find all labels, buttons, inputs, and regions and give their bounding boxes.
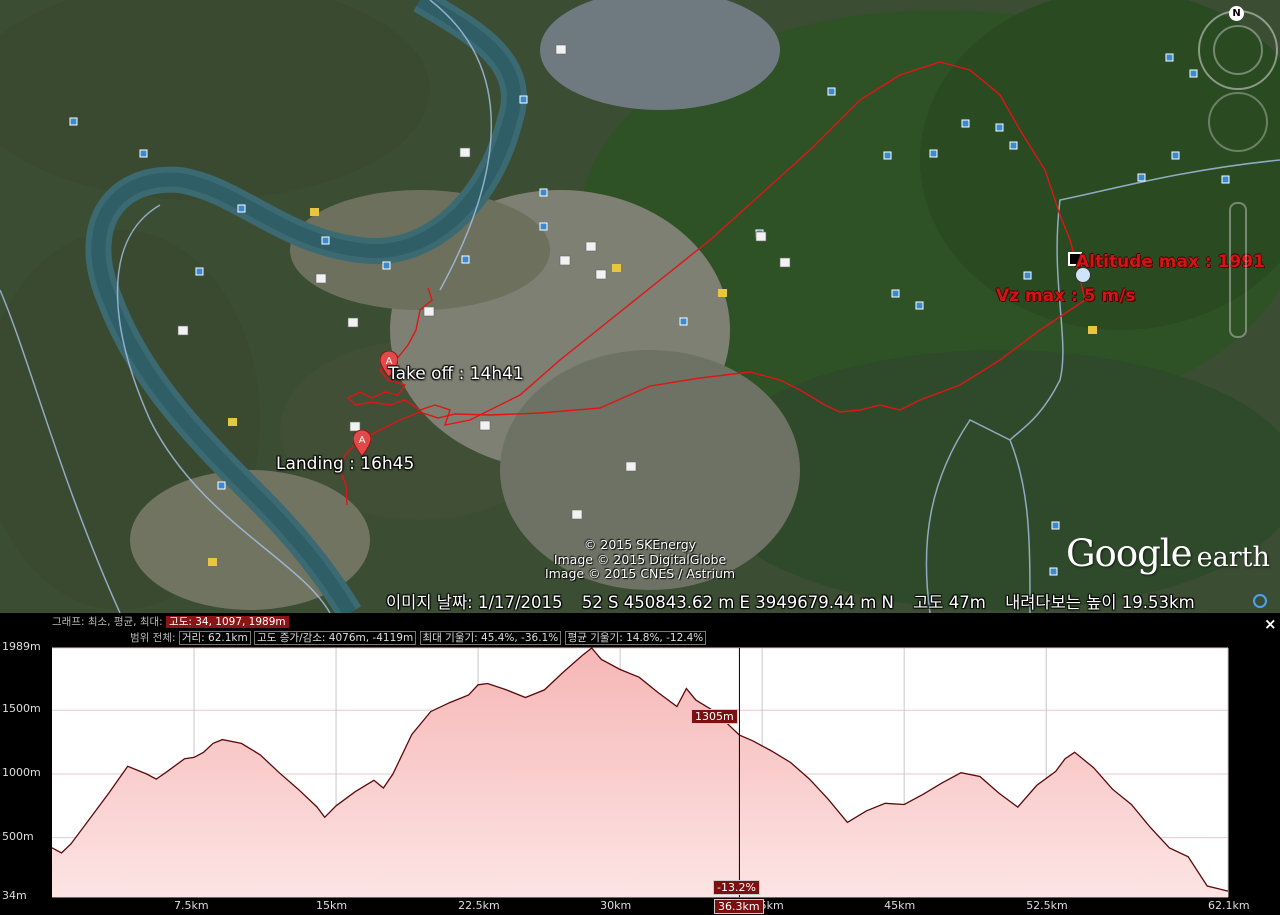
zoom-slider[interactable] xyxy=(1229,202,1247,338)
imagery-attribution: © 2015 SKEnergy Image © 2015 DigitalGlob… xyxy=(530,537,750,582)
landing-pin-label: A xyxy=(359,435,366,446)
take-off-label: Take off : 14h41 xyxy=(388,364,524,384)
satellite-imagery xyxy=(0,0,1280,613)
x-tick-label: 7.5km xyxy=(174,899,209,912)
y-tick-label: 34m xyxy=(2,889,27,902)
cursor-distance-value: 36.3km xyxy=(714,899,764,914)
compass-ring[interactable] xyxy=(1213,25,1263,75)
elevation-chart[interactable] xyxy=(0,613,1280,915)
cursor-slope-value: -13.2% xyxy=(713,880,760,895)
landing-label: Landing : 16h45 xyxy=(276,454,415,474)
attribution-line: © 2015 SKEnergy xyxy=(583,537,697,552)
y-tick-label: 1500m xyxy=(2,702,41,716)
x-tick-label: 30km xyxy=(600,899,632,912)
logo-google-text: Google xyxy=(1066,532,1193,575)
y-tick-label: 1989m xyxy=(2,640,41,653)
cursor-coordinates: 52 S 450843.62 m E 3949679.44 m N xyxy=(581,593,894,612)
elevation-profile-panel: 그래프: 최소, 평균, 최대: 고도: 34, 1097, 1989m 범위 … xyxy=(0,613,1280,915)
map-view[interactable]: A A Altitude max : 1991 Vz max : 5 m/s T… xyxy=(0,0,1280,613)
status-bar: 이미지 날짜: 1/17/2015 52 S 450843.62 m E 394… xyxy=(386,589,1209,613)
streaming-indicator-icon xyxy=(1253,594,1267,608)
logo-earth-text: earth xyxy=(1196,542,1270,573)
terrain-elevation: 고도 47m xyxy=(913,593,986,612)
attribution-line: Image © 2015 DigitalGlobe xyxy=(553,551,727,567)
vz-max-label: Vz max : 5 m/s xyxy=(996,286,1136,306)
y-tick-label: 500m xyxy=(2,829,34,843)
cursor-elevation-value: 1305m xyxy=(691,709,738,724)
eye-altitude: 내려다보는 높이 19.53km xyxy=(1005,593,1195,612)
image-date: 이미지 날짜: 1/17/2015 xyxy=(386,593,563,612)
north-indicator[interactable]: N xyxy=(1229,6,1244,21)
x-tick-label: 15km xyxy=(316,899,348,912)
x-tick-label: 52.5km xyxy=(1026,899,1068,912)
y-tick-label: 1000m xyxy=(2,765,41,779)
compass-control[interactable]: N xyxy=(1198,6,1278,90)
landing-pin-icon[interactable]: A xyxy=(353,430,371,456)
x-tick-label: 45km xyxy=(884,899,916,912)
x-tick-label: 62.1km xyxy=(1208,899,1250,912)
x-tick-label: 22.5km xyxy=(458,899,500,912)
attribution-line: Image © 2015 CNES / Astrium xyxy=(544,566,736,581)
google-earth-logo: Google earth xyxy=(1066,532,1270,575)
look-joystick[interactable] xyxy=(1208,92,1268,152)
